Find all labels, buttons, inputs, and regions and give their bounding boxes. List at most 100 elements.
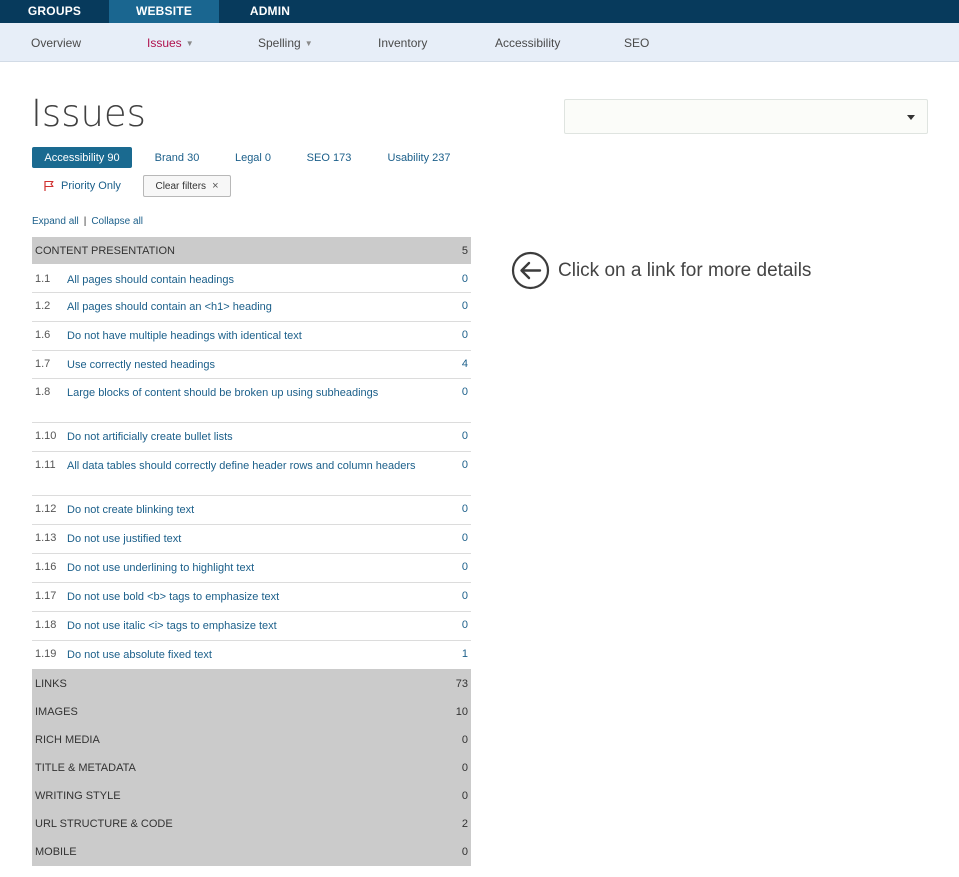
group-title: RICH MEDIA: [35, 734, 100, 746]
group-title: WRITING STYLE: [35, 790, 121, 802]
issue-link[interactable]: Large blocks of content should be broken…: [67, 386, 438, 401]
group-row-url-structure-code[interactable]: URL STRUCTURE & CODE 2: [32, 810, 471, 838]
sub-nav-seo[interactable]: SEO: [624, 23, 649, 62]
table-row: 1.6 Do not have multiple headings with i…: [32, 322, 471, 351]
sub-nav-label: Issues: [147, 36, 182, 50]
issue-count[interactable]: 0: [438, 619, 468, 631]
issue-count[interactable]: 0: [438, 459, 468, 471]
issue-number: 1.11: [35, 459, 56, 471]
flag-icon: [44, 180, 54, 191]
issue-link[interactable]: Do not have multiple headings with ident…: [67, 329, 438, 344]
top-nav: GROUPS WEBSITE ADMIN: [0, 0, 959, 23]
issue-link[interactable]: Do not create blinking text: [67, 503, 438, 518]
issue-number: 1.17: [35, 590, 57, 602]
issue-link[interactable]: Do not use justified text: [67, 532, 438, 547]
issue-count[interactable]: 0: [438, 273, 468, 285]
group-row-content-presentation[interactable]: CONTENT PRESENTATION 5: [32, 237, 471, 264]
chevron-down-icon: ▼: [304, 39, 313, 48]
group-title: IMAGES: [35, 706, 78, 718]
issue-number: 1.7: [35, 358, 51, 370]
issue-number: 1.6: [35, 329, 51, 341]
collapse-all-link[interactable]: Collapse all: [91, 216, 143, 227]
tab-accessibility[interactable]: Accessibility 90: [32, 147, 132, 168]
sub-nav-label: Accessibility: [495, 36, 561, 50]
group-count: 0: [461, 790, 468, 802]
table-row: 1.16 Do not use underlining to highlight…: [32, 554, 471, 583]
sub-nav-issues[interactable]: Issues ▼: [147, 23, 194, 62]
table-row: 1.18 Do not use italic <i> tags to empha…: [32, 612, 471, 641]
group-row-mobile[interactable]: MOBILE 0: [32, 838, 471, 866]
tab-seo[interactable]: SEO 173: [298, 147, 360, 168]
group-title: LINKS: [35, 677, 67, 690]
issue-count[interactable]: 0: [438, 532, 468, 544]
group-row-links[interactable]: LINKS 73: [32, 669, 471, 698]
issue-link[interactable]: All pages should contain an <h1> heading: [67, 300, 438, 315]
sub-nav-label: Inventory: [378, 36, 428, 50]
group-count: 10: [455, 706, 468, 718]
chevron-down-icon: ▼: [185, 39, 194, 48]
table-row: 1.10 Do not artificially create bullet l…: [32, 423, 471, 452]
issue-count[interactable]: 0: [438, 430, 468, 442]
group-row-images[interactable]: IMAGES 10: [32, 698, 471, 726]
table-row: 1.7 Use correctly nested headings 4: [32, 351, 471, 379]
issue-link[interactable]: Use correctly nested headings: [67, 358, 438, 373]
group-row-rich-media[interactable]: RICH MEDIA 0: [32, 726, 471, 754]
sub-nav-label: SEO: [624, 36, 650, 50]
group-count: 73: [455, 677, 468, 690]
group-count: 0: [461, 846, 468, 858]
issue-number: 1.13: [35, 532, 57, 544]
close-icon: ×: [212, 180, 219, 192]
details-hint-text: Click on a link for more details: [558, 259, 812, 281]
group-title: TITLE & METADATA: [35, 762, 136, 774]
issue-number: 1.10: [35, 430, 57, 442]
issue-count[interactable]: 1: [438, 648, 468, 660]
sub-nav-label: Spelling: [258, 36, 301, 50]
group-title: URL STRUCTURE & CODE: [35, 818, 173, 830]
tab-legal[interactable]: Legal 0: [226, 147, 280, 168]
issue-count[interactable]: 0: [438, 386, 468, 398]
issue-link[interactable]: All data tables should correctly define …: [67, 459, 438, 474]
group-count: 0: [461, 762, 468, 774]
issue-count[interactable]: 0: [438, 561, 468, 573]
table-row: 1.8 Large blocks of content should be br…: [32, 379, 471, 423]
issue-link[interactable]: Do not use underlining to highlight text: [67, 561, 438, 576]
issue-count[interactable]: 0: [438, 503, 468, 515]
group-title: CONTENT PRESENTATION: [35, 244, 175, 257]
sub-nav-inventory[interactable]: Inventory: [378, 23, 427, 62]
issue-count[interactable]: 4: [438, 358, 468, 370]
issue-count[interactable]: 0: [438, 590, 468, 602]
tab-brand[interactable]: Brand 30: [144, 147, 210, 168]
clear-filters-button[interactable]: Clear filters ×: [143, 175, 231, 197]
table-row: 1.13 Do not use justified text 0: [32, 525, 471, 554]
priority-only-label: Priority Only: [61, 180, 121, 192]
top-nav-website[interactable]: WEBSITE: [109, 0, 219, 23]
sub-nav-label: Overview: [31, 36, 82, 50]
issues-table: CONTENT PRESENTATION 5 1.1 All pages sho…: [32, 237, 471, 866]
issue-count[interactable]: 0: [438, 300, 468, 312]
issue-link[interactable]: All pages should contain headings: [67, 273, 438, 288]
tab-usability[interactable]: Usability 237: [382, 147, 456, 168]
group-count: 2: [461, 818, 468, 830]
page-title: Issues: [31, 92, 146, 135]
expand-all-link[interactable]: Expand all: [32, 216, 79, 227]
site-select[interactable]: [564, 99, 928, 134]
issue-number: 1.18: [35, 619, 57, 631]
issue-link[interactable]: Do not use absolute fixed text: [67, 648, 438, 663]
clear-filters-label: Clear filters: [155, 180, 207, 192]
issue-link[interactable]: Do not use italic <i> tags to emphasize …: [67, 619, 438, 634]
issue-number: 1.1: [35, 273, 51, 285]
group-row-title-metadata[interactable]: TITLE & METADATA 0: [32, 754, 471, 782]
group-row-writing-style[interactable]: WRITING STYLE 0: [32, 782, 471, 810]
issue-count[interactable]: 0: [438, 329, 468, 341]
issue-number: 1.8: [35, 386, 51, 398]
sub-nav-spelling[interactable]: Spelling ▼: [258, 23, 313, 62]
top-nav-admin[interactable]: ADMIN: [219, 0, 321, 23]
issue-link[interactable]: Do not artificially create bullet lists: [67, 430, 438, 445]
sub-nav-overview[interactable]: Overview: [31, 23, 81, 62]
issue-number: 1.2: [35, 300, 51, 312]
top-nav-groups[interactable]: GROUPS: [0, 0, 109, 23]
issue-link[interactable]: Do not use bold <b> tags to emphasize te…: [67, 590, 438, 605]
priority-only-toggle[interactable]: Priority Only: [43, 178, 121, 194]
sub-nav-accessibility[interactable]: Accessibility: [495, 23, 560, 62]
group-title: MOBILE: [35, 846, 77, 858]
